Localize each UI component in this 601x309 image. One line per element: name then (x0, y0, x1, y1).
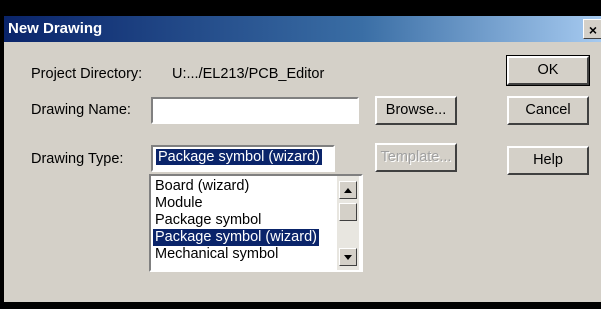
drawing-type-selected-value: Package symbol (wizard) (156, 149, 322, 165)
list-item[interactable]: Mechanical symbol (153, 246, 280, 263)
scroll-thumb[interactable] (339, 203, 357, 221)
close-button[interactable]: × (583, 19, 601, 39)
new-drawing-dialog: New Drawing × Project Directory: U:.../E… (4, 16, 601, 302)
project-directory-value: U:.../EL213/PCB_Editor (172, 66, 325, 82)
list-item[interactable]: Board (wizard) (153, 178, 251, 195)
list-item-selected[interactable]: Package symbol (wizard) (153, 229, 319, 246)
drawing-type-field[interactable]: Package symbol (wizard) (151, 145, 335, 172)
arrow-down-icon (344, 255, 352, 260)
scroll-down-button[interactable] (339, 248, 357, 266)
project-directory-label: Project Directory: (31, 66, 143, 82)
scroll-up-button[interactable] (339, 181, 357, 199)
drawing-name-input[interactable] (151, 97, 359, 124)
title-bar[interactable]: New Drawing × (4, 16, 601, 42)
screenshot-frame: New Drawing × Project Directory: U:.../E… (0, 0, 601, 309)
drawing-type-label: Drawing Type: (31, 151, 124, 167)
list-scrollbar[interactable] (337, 176, 359, 270)
arrow-up-icon (344, 188, 352, 193)
browse-button[interactable]: Browse... (375, 96, 457, 125)
template-button[interactable]: Template... (375, 143, 457, 172)
drawing-type-list[interactable]: Board (wizard) Module Package symbol Pac… (149, 174, 363, 272)
ok-button[interactable]: OK (506, 55, 590, 86)
window-title: New Drawing (8, 20, 103, 37)
help-button[interactable]: Help (507, 146, 589, 175)
cancel-button[interactable]: Cancel (507, 96, 589, 125)
list-item[interactable]: Module (153, 195, 205, 212)
list-item[interactable]: Package symbol (153, 212, 263, 229)
drawing-name-label: Drawing Name: (31, 102, 131, 118)
